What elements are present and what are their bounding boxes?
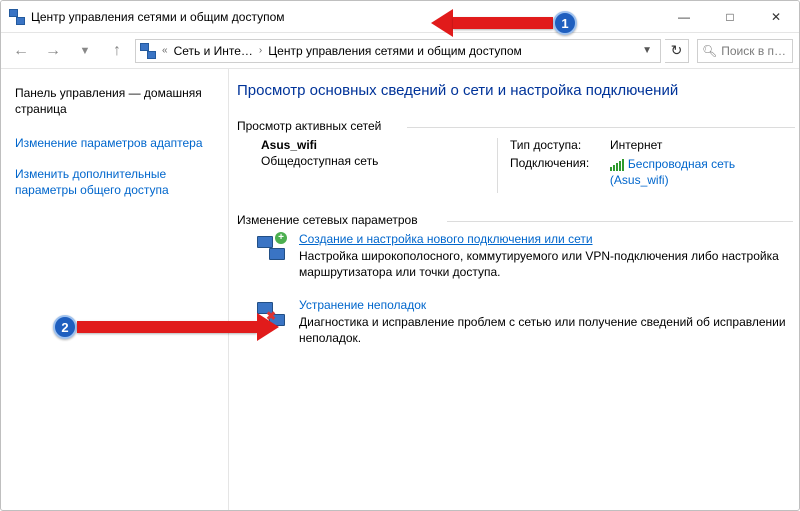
- access-type-label: Тип доступа:: [510, 138, 610, 152]
- wifi-signal-icon: [610, 159, 624, 171]
- address-dropdown-icon[interactable]: ▼: [638, 45, 656, 56]
- network-entry: Asus_wifi Общедоступная сеть: [237, 138, 497, 168]
- connections-label: Подключения:: [510, 156, 610, 170]
- chevron-right-icon: ›: [257, 45, 264, 56]
- network-center-icon: [140, 43, 156, 59]
- sidebar-link-adapter-settings[interactable]: Изменение параметров адаптера: [15, 135, 214, 151]
- nav-up-button[interactable]: ↑: [103, 37, 131, 65]
- network-settings-group: Изменение сетевых параметров + Создание …: [237, 213, 795, 355]
- address-bar-row: ← → ▼ ↑ « Сеть и Инте… › Центр управлени…: [1, 33, 799, 69]
- option-troubleshoot[interactable]: ✖ Устранение неполадок Диагностика и исп…: [237, 288, 795, 354]
- maximize-button[interactable]: □: [707, 1, 753, 33]
- page-heading: Просмотр основных сведений о сети и наст…: [237, 81, 799, 101]
- new-connection-icon: +: [255, 232, 287, 264]
- connection-link[interactable]: Беспроводная сеть (Asus_wifi): [610, 157, 735, 187]
- network-type: Общедоступная сеть: [261, 154, 497, 168]
- breadcrumb[interactable]: Сеть и Инте…: [174, 44, 253, 58]
- search-input[interactable]: 🔍︎ Поиск в п…: [697, 39, 793, 63]
- sidebar-home-link[interactable]: Панель управления — домашняя страница: [15, 85, 214, 117]
- minimize-button[interactable]: —: [661, 1, 707, 33]
- window-title: Центр управления сетями и общим доступом: [31, 10, 285, 24]
- network-name: Asus_wifi: [261, 138, 497, 152]
- sidebar: Панель управления — домашняя страница Из…: [1, 69, 229, 510]
- network-details: Тип доступа: Интернет Подключения: Беспр…: [497, 138, 797, 192]
- search-icon: 🔍︎: [702, 44, 717, 58]
- close-button[interactable]: ✕: [753, 1, 799, 33]
- option-create-connection[interactable]: + Создание и настройка нового подключени…: [237, 222, 795, 288]
- option-create-connection-desc: Настройка широкополосного, коммутируемог…: [299, 248, 789, 280]
- chevron-right-icon: «: [160, 45, 170, 56]
- option-troubleshoot-desc: Диагностика и исправление проблем с сеть…: [299, 314, 789, 346]
- control-panel-window: Центр управления сетями и общим доступом…: [0, 0, 800, 511]
- nav-back-button[interactable]: ←: [7, 37, 35, 65]
- nav-forward-button[interactable]: →: [39, 37, 67, 65]
- sidebar-link-advanced-sharing[interactable]: Изменить дополнительные параметры общего…: [15, 166, 214, 198]
- access-type-value: Интернет: [610, 138, 662, 152]
- main-pane: Просмотр основных сведений о сети и наст…: [229, 69, 799, 510]
- titlebar: Центр управления сетями и общим доступом…: [1, 1, 799, 33]
- active-networks-group: Просмотр активных сетей Asus_wifi Общедо…: [237, 119, 797, 192]
- refresh-button[interactable]: ↻: [665, 39, 689, 63]
- search-placeholder: Поиск в п…: [721, 44, 786, 58]
- breadcrumb[interactable]: Центр управления сетями и общим доступом: [268, 44, 522, 58]
- option-troubleshoot-title[interactable]: Устранение неполадок: [299, 298, 789, 312]
- nav-recent-dropdown[interactable]: ▼: [71, 37, 99, 65]
- troubleshoot-icon: ✖: [255, 298, 287, 330]
- option-create-connection-title[interactable]: Создание и настройка нового подключения …: [299, 232, 789, 246]
- network-center-icon: [9, 9, 25, 25]
- address-box[interactable]: « Сеть и Инте… › Центр управления сетями…: [135, 39, 661, 63]
- window-body: Панель управления — домашняя страница Из…: [1, 69, 799, 510]
